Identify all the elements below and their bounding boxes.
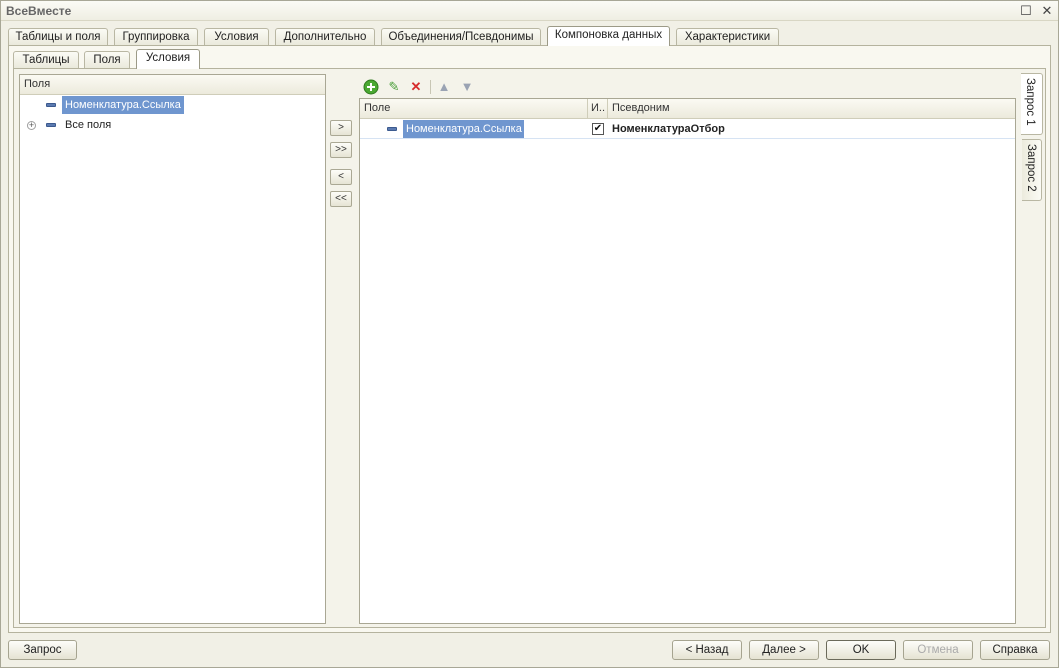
- tab-query-1[interactable]: Запрос 1: [1021, 73, 1043, 135]
- tab-tables-and-fields[interactable]: Таблицы и поля: [8, 28, 108, 46]
- column-header-alias[interactable]: Псевдоним: [612, 99, 670, 118]
- available-fields-list[interactable]: Поля: [19, 74, 326, 624]
- tab-conditions[interactable]: Условия: [204, 28, 269, 46]
- row-divider: [360, 138, 1015, 139]
- field-icon: [46, 103, 56, 107]
- use-checkbox[interactable]: ✔: [592, 123, 604, 135]
- dialog-window: ВсеВместе ☐ ✕ Таблицы и поля Группировка…: [0, 0, 1059, 668]
- edit-icon[interactable]: ✎: [386, 79, 402, 95]
- list-item-nomenclature-ref[interactable]: Номенклатура.Ссылка: [62, 96, 184, 114]
- add-row-icon[interactable]: [363, 79, 379, 95]
- back-button[interactable]: < Назад: [672, 640, 742, 660]
- tab-data-composition[interactable]: Компоновка данных: [547, 26, 670, 46]
- tab-unions-aliases[interactable]: Объединения/Псевдонимы: [381, 28, 541, 46]
- table-header: Поле И.. Псевдоним: [360, 99, 1015, 119]
- column-separator: [607, 99, 608, 119]
- subtab-conditions[interactable]: Условия: [136, 49, 200, 69]
- subtab-tables[interactable]: Таблицы: [13, 51, 79, 69]
- list-header-label: Поля: [24, 78, 51, 90]
- tab-grouping[interactable]: Группировка: [114, 28, 198, 46]
- toolbar-separator: [430, 80, 431, 94]
- title-bar: ВсеВместе ☐ ✕: [1, 1, 1058, 21]
- move-down-icon[interactable]: ▼: [459, 79, 475, 95]
- field-icon: [387, 127, 397, 131]
- column-header-field[interactable]: Поле: [364, 99, 390, 118]
- table-row-alias[interactable]: НоменклатураОтбор: [612, 120, 725, 138]
- tab-query-2[interactable]: Запрос 2: [1022, 139, 1042, 201]
- close-button[interactable]: ✕: [1039, 3, 1055, 19]
- window-title: ВсеВместе: [6, 4, 72, 18]
- subtab-fields[interactable]: Поля: [84, 51, 130, 69]
- field-icon: [46, 123, 56, 127]
- tab-query-1-label: Запрос 1: [1024, 78, 1036, 126]
- add-field-button[interactable]: >: [330, 120, 352, 136]
- delete-icon[interactable]: ✕: [408, 79, 424, 95]
- list-header: Поля: [20, 75, 325, 95]
- tab-characteristics[interactable]: Характеристики: [676, 28, 779, 46]
- selected-fields-table[interactable]: Поле И.. Псевдоним: [359, 98, 1016, 624]
- column-header-use[interactable]: И..: [591, 99, 605, 118]
- next-button[interactable]: Далее >: [749, 640, 819, 660]
- cancel-button[interactable]: Отмена: [903, 640, 973, 660]
- add-all-fields-button[interactable]: >>: [330, 142, 352, 158]
- tab-additional[interactable]: Дополнительно: [275, 28, 375, 46]
- move-up-icon[interactable]: ▲: [436, 79, 452, 95]
- list-item-all-fields[interactable]: Все поля: [65, 116, 111, 134]
- help-button[interactable]: Справка: [980, 640, 1050, 660]
- remove-all-fields-button[interactable]: <<: [330, 191, 352, 207]
- tab-query-2-label: Запрос 2: [1025, 144, 1037, 192]
- restore-button[interactable]: ☐: [1018, 3, 1034, 19]
- expand-icon[interactable]: +: [27, 121, 36, 130]
- ok-button[interactable]: OK: [826, 640, 896, 660]
- remove-field-button[interactable]: <: [330, 169, 352, 185]
- query-button[interactable]: Запрос: [8, 640, 77, 660]
- table-row-field[interactable]: Номенклатура.Ссылка: [403, 120, 524, 138]
- column-separator: [587, 99, 588, 119]
